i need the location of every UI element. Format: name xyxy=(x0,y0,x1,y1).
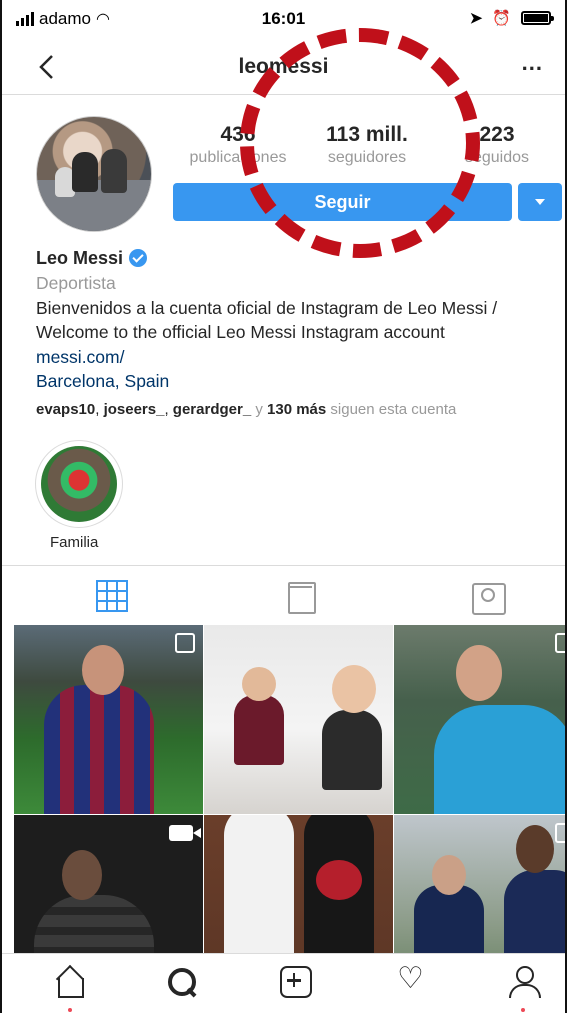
tagged-icon[interactable] xyxy=(471,580,506,615)
multiple-photos-icon xyxy=(555,823,565,843)
multiple-photos-icon xyxy=(175,633,195,653)
video-camera-icon xyxy=(169,825,201,841)
profile-bio: Leo Messi Deportista Bienvenidos a la cu… xyxy=(36,245,556,422)
profile-icon[interactable] xyxy=(508,966,541,998)
alarm-icon: ⏰ xyxy=(492,10,511,27)
home-notification-dot xyxy=(68,1008,72,1012)
post-thumbnail[interactable] xyxy=(204,625,393,814)
more-options-button[interactable]: ... xyxy=(522,50,543,76)
highlight-label: Familia xyxy=(50,534,99,551)
post-thumbnail[interactable] xyxy=(14,625,203,814)
display-name: Leo Messi xyxy=(36,247,124,268)
grid-icon[interactable] xyxy=(96,580,128,612)
bio-line-2: Welcome to the official Leo Messi Instag… xyxy=(36,322,445,342)
bottom-navigation: ♡ xyxy=(2,953,565,1013)
profile-avatar[interactable] xyxy=(36,116,152,232)
location-link[interactable]: Barcelona, Spain xyxy=(36,369,556,394)
verified-badge-icon xyxy=(129,249,148,267)
profile-notification-dot xyxy=(521,1008,525,1012)
feed-icon[interactable] xyxy=(285,580,317,614)
website-link[interactable]: messi.com/ xyxy=(36,345,556,370)
multiple-photos-icon xyxy=(555,633,565,653)
account-category: Deportista xyxy=(36,273,116,293)
search-icon[interactable] xyxy=(166,966,198,998)
followed-by[interactable]: evaps10, joseers_, gerardger_ y 130 más … xyxy=(36,398,556,423)
profile-tabs xyxy=(2,565,565,623)
add-icon[interactable] xyxy=(280,966,312,998)
location-arrow-icon: ➤ xyxy=(469,10,483,27)
bio-line-1: Bienvenidos a la cuenta oficial de Insta… xyxy=(36,297,498,318)
heart-icon[interactable]: ♡ xyxy=(397,964,429,996)
status-bar: adamo ◠ 16:01 ➤ ⏰ xyxy=(2,0,565,40)
highlight-cover xyxy=(41,446,117,522)
battery-icon xyxy=(521,11,554,25)
suggested-accounts-dropdown-button[interactable] xyxy=(518,183,562,221)
post-thumbnail[interactable] xyxy=(394,625,565,814)
story-highlight-familia[interactable] xyxy=(35,440,123,528)
home-icon[interactable] xyxy=(54,966,86,998)
red-dashed-circle-annotation xyxy=(240,28,480,258)
instagram-profile-screen: adamo ◠ 16:01 ➤ ⏰ leomessi ... 436 publi… xyxy=(0,0,567,1013)
